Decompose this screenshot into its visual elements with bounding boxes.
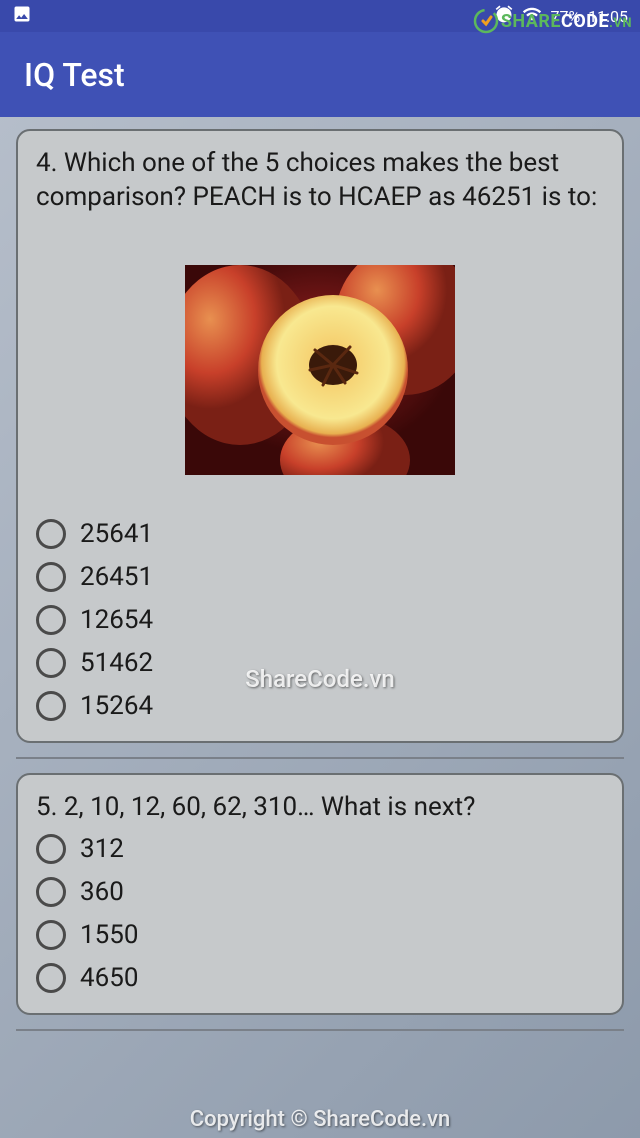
- radio-icon: [36, 648, 66, 678]
- option-label: 15264: [80, 691, 153, 721]
- alarm-icon: [494, 4, 514, 28]
- option-label: 12654: [80, 605, 153, 635]
- option-label: 4650: [80, 963, 138, 993]
- peach-image: [185, 265, 455, 475]
- content-area: 4. Which one of the 5 choices makes the …: [0, 117, 640, 1031]
- divider: [16, 757, 624, 759]
- radio-icon: [36, 877, 66, 907]
- radio-icon: [36, 562, 66, 592]
- options-list: 312 360 1550 4650: [36, 834, 604, 993]
- app-title: IQ Test: [24, 56, 125, 94]
- wifi-icon: [522, 4, 542, 28]
- question-image-wrap: [36, 265, 604, 479]
- status-bar: 77% 11:05: [0, 0, 640, 32]
- option-label: 1550: [80, 920, 138, 950]
- radio-icon: [36, 691, 66, 721]
- option-360[interactable]: 360: [36, 877, 604, 907]
- radio-icon: [36, 963, 66, 993]
- image-indicator-icon: [12, 4, 32, 28]
- divider: [16, 1029, 624, 1031]
- option-4650[interactable]: 4650: [36, 963, 604, 993]
- option-label: 51462: [80, 648, 153, 678]
- time-text: 11:05: [588, 7, 628, 26]
- question-text: 4. Which one of the 5 choices makes the …: [36, 147, 604, 215]
- option-label: 25641: [80, 519, 153, 549]
- option-label: 360: [80, 877, 124, 907]
- radio-icon: [36, 519, 66, 549]
- radio-icon: [36, 834, 66, 864]
- radio-icon: [36, 920, 66, 950]
- option-26451[interactable]: 26451: [36, 562, 604, 592]
- radio-icon: [36, 605, 66, 635]
- option-25641[interactable]: 25641: [36, 519, 604, 549]
- watermark-bottom: Copyright © ShareCode.vn: [0, 1107, 640, 1132]
- option-51462[interactable]: 51462: [36, 648, 604, 678]
- option-312[interactable]: 312: [36, 834, 604, 864]
- question-text: 5. 2, 10, 12, 60, 62, 310… What is next?: [36, 791, 604, 825]
- option-1550[interactable]: 1550: [36, 920, 604, 950]
- options-list: 25641 26451 12654 51462 15264: [36, 519, 604, 721]
- question-card-4: 4. Which one of the 5 choices makes the …: [16, 129, 624, 743]
- question-card-5: 5. 2, 10, 12, 60, 62, 310… What is next?…: [16, 773, 624, 1016]
- option-15264[interactable]: 15264: [36, 691, 604, 721]
- option-12654[interactable]: 12654: [36, 605, 604, 635]
- option-label: 26451: [80, 562, 153, 592]
- option-label: 312: [80, 834, 124, 864]
- app-bar: IQ Test: [0, 32, 640, 117]
- battery-text: 77%: [550, 7, 580, 26]
